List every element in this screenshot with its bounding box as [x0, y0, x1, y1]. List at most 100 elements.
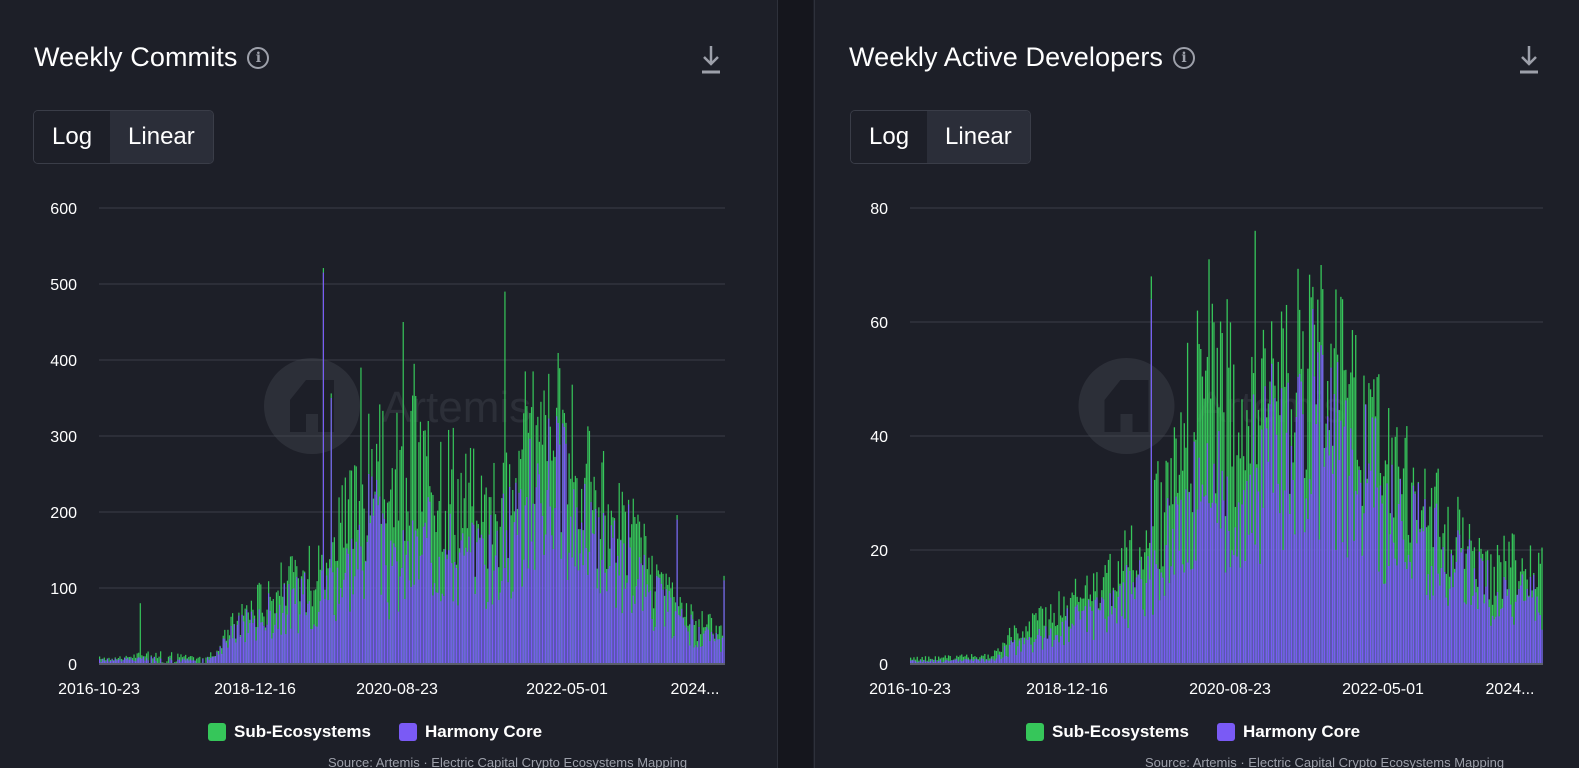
- bar-harmony-core: [617, 555, 619, 664]
- bar-harmony-core: [1188, 492, 1190, 664]
- bar-harmony-core: [1539, 615, 1542, 664]
- bar-harmony-core: [258, 609, 260, 664]
- bar-harmony-core: [1280, 388, 1283, 664]
- bar-harmony-core: [388, 619, 390, 664]
- bar-harmony-core: [219, 646, 221, 664]
- bar-harmony-core: [1206, 443, 1209, 664]
- bar-harmony-core: [1322, 354, 1324, 664]
- bar-harmony-core: [1419, 532, 1421, 664]
- bar-harmony-core: [1491, 615, 1494, 664]
- bar-harmony-core: [1478, 551, 1481, 664]
- bar-harmony-core: [653, 630, 655, 664]
- bar-harmony-core: [1526, 588, 1528, 664]
- bar-harmony-core: [1223, 500, 1225, 664]
- bar-harmony-core: [1327, 416, 1329, 664]
- bar-harmony-core: [365, 561, 367, 664]
- bar-harmony-core: [534, 569, 536, 664]
- bar-harmony-core: [1144, 616, 1146, 664]
- legend-item-sub-ecosystems[interactable]: Sub-Ecosystems: [1026, 722, 1189, 742]
- bar-harmony-core: [1022, 637, 1024, 664]
- bar-harmony-core: [466, 551, 468, 664]
- bar-harmony-core: [1409, 562, 1411, 664]
- log-option[interactable]: Log: [851, 111, 928, 163]
- bar-harmony-core: [1341, 542, 1344, 664]
- download-icon[interactable]: [700, 44, 722, 76]
- bar-harmony-core: [1518, 588, 1520, 664]
- bar-harmony-core: [300, 578, 303, 664]
- bar-harmony-core: [228, 639, 231, 664]
- bar-harmony-core: [340, 588, 342, 664]
- chart-title-text: Weekly Commits: [34, 42, 238, 72]
- bar-harmony-core: [1023, 644, 1026, 664]
- bar-harmony-core: [623, 543, 625, 664]
- legend-item-sub-ecosystems[interactable]: Sub-Ecosystems: [208, 722, 371, 742]
- bar-harmony-core: [468, 536, 470, 664]
- legend-label: Sub-Ecosystems: [1052, 722, 1189, 741]
- bar-harmony-core: [1430, 566, 1433, 664]
- bar-harmony-core: [696, 647, 699, 664]
- bar-harmony-core: [632, 595, 634, 664]
- bar-harmony-core: [1406, 568, 1408, 664]
- bar-harmony-core: [1254, 544, 1256, 664]
- legend-item-harmony-core[interactable]: Harmony Core: [399, 722, 542, 742]
- bar-harmony-core: [1534, 620, 1537, 664]
- download-icon[interactable]: [1518, 44, 1540, 76]
- bar-harmony-core: [1328, 455, 1331, 664]
- bar-harmony-core: [1315, 424, 1317, 664]
- bar-harmony-core: [1003, 646, 1006, 664]
- bar-harmony-core: [1210, 507, 1212, 664]
- bar-harmony-core: [1460, 552, 1462, 664]
- bar-harmony-core: [1523, 600, 1525, 664]
- bar-harmony-core: [1429, 599, 1431, 664]
- bar-harmony-core: [1513, 624, 1515, 664]
- bar-harmony-core: [385, 565, 387, 664]
- bar-harmony-core: [712, 634, 714, 664]
- bar-harmony-core: [333, 614, 335, 664]
- bar-harmony-core: [1145, 582, 1148, 664]
- bar-harmony-core: [1242, 490, 1245, 664]
- bar-harmony-core: [660, 583, 663, 664]
- bar-harmony-core: [509, 486, 511, 664]
- bar-harmony-core: [554, 508, 556, 664]
- bar-harmony-core: [1112, 590, 1115, 664]
- bar-harmony-core: [494, 555, 497, 664]
- bar-harmony-core: [451, 563, 453, 664]
- bar-harmony-core: [1071, 623, 1073, 664]
- bar-harmony-core: [1486, 560, 1489, 664]
- bar-harmony-core: [501, 580, 503, 664]
- bar-harmony-core: [280, 634, 282, 664]
- log-option[interactable]: Log: [34, 111, 111, 163]
- bar-harmony-core: [260, 622, 262, 664]
- bar-harmony-core: [1060, 636, 1062, 664]
- bar-harmony-core: [217, 654, 220, 664]
- info-icon[interactable]: i: [1173, 46, 1196, 69]
- info-icon[interactable]: i: [247, 46, 270, 69]
- bar-harmony-core: [1452, 587, 1454, 664]
- bar-harmony-core: [1081, 611, 1083, 664]
- bar-harmony-core: [1397, 504, 1400, 664]
- legend-item-harmony-core[interactable]: Harmony Core: [1217, 722, 1360, 742]
- bar-harmony-core: [1412, 485, 1415, 664]
- bar-harmony-core: [613, 520, 616, 664]
- bar-harmony-core: [437, 592, 439, 664]
- bar-harmony-core: [620, 540, 622, 664]
- bar-harmony-core: [480, 534, 483, 664]
- bar-harmony-core: [304, 572, 306, 664]
- bar-harmony-core: [704, 630, 706, 664]
- bar-harmony-core: [1468, 539, 1471, 664]
- bar-harmony-core: [1063, 645, 1065, 664]
- bar-harmony-core: [1424, 499, 1426, 664]
- linear-option[interactable]: Linear: [927, 111, 1030, 163]
- bar-harmony-core: [377, 505, 379, 664]
- bar-harmony-core: [1096, 597, 1098, 664]
- bar-harmony-core: [513, 522, 515, 664]
- bar-harmony-core: [1292, 479, 1294, 664]
- bar-sub-ecosystems: [158, 656, 160, 664]
- bar-harmony-core: [582, 565, 584, 664]
- bar-harmony-core: [610, 525, 612, 664]
- bar-harmony-core: [482, 538, 484, 664]
- linear-option[interactable]: Linear: [110, 111, 213, 163]
- bar-harmony-core: [391, 565, 393, 664]
- bar-harmony-core: [308, 601, 310, 664]
- bar-harmony-core: [471, 522, 473, 664]
